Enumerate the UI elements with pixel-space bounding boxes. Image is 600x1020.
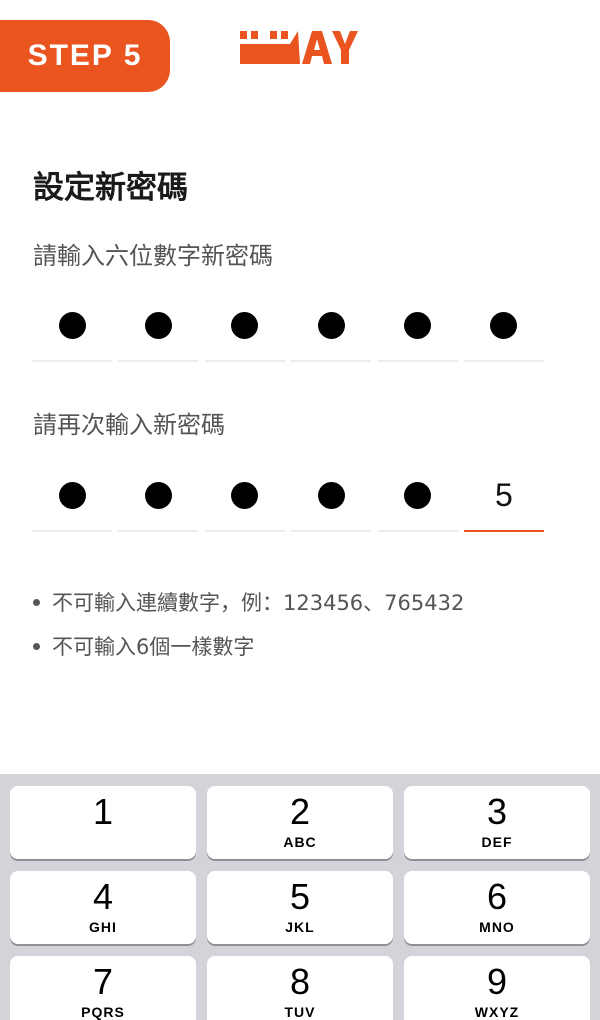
pin-cell[interactable] [118, 460, 199, 532]
pin-cell[interactable] [291, 290, 372, 362]
bullet-icon [33, 598, 40, 606]
rule-text: 不可輸入6個一樣數字 [52, 635, 255, 659]
pin-cell[interactable] [32, 460, 112, 532]
key-letters: GHI [89, 919, 117, 935]
key-9[interactable]: 9 WXYZ [404, 956, 590, 1020]
pin-cell[interactable] [204, 460, 285, 532]
pin-dot [404, 311, 432, 339]
key-number: 1 [92, 791, 114, 832]
key-number: 5 [289, 876, 311, 917]
pin-cell[interactable] [463, 290, 544, 362]
pin-dot [490, 311, 518, 339]
pin-digit: 5 [495, 476, 513, 513]
key-8[interactable]: 8 TUV [207, 956, 393, 1020]
pin-dot [317, 481, 345, 509]
pin-dot [144, 481, 172, 509]
key-number: 6 [486, 876, 508, 917]
pin-cell-active[interactable]: 5 [463, 460, 544, 532]
key-2[interactable]: 2 ABC [207, 786, 393, 859]
key-number: 9 [486, 961, 508, 1002]
pin-cell[interactable] [32, 290, 112, 362]
pin-dot [231, 481, 259, 509]
confirm-password-pin-input[interactable]: 5 [32, 460, 544, 532]
rule-text: 不可輸入連續數字，例：123456、765432 [52, 591, 465, 615]
numeric-keypad: 1 2 ABC 3 DEF 4 GHI 5 JKL 6 MNO 7 PQRS 8… [0, 774, 600, 1020]
pin-cell[interactable] [291, 460, 372, 532]
key-7[interactable]: 7 PQRS [10, 956, 196, 1020]
key-letters: JKL [285, 919, 315, 935]
key-number: 7 [92, 961, 114, 1002]
pin-dot [231, 311, 259, 339]
key-letters: WXYZ [474, 1004, 520, 1020]
key-6[interactable]: 6 MNO [404, 871, 590, 944]
pin-dot [144, 311, 172, 339]
pin-cell[interactable] [377, 460, 458, 532]
key-number: 2 [289, 791, 311, 832]
pin-dot [404, 481, 432, 509]
key-letters: TUV [284, 1004, 316, 1020]
page-title: 設定新密碼 [33, 170, 188, 206]
step-badge: STEP 5 [0, 20, 170, 92]
key-5[interactable]: 5 JKL [207, 871, 393, 944]
key-letters: PQRS [81, 1004, 125, 1020]
pin-cell[interactable] [204, 290, 285, 362]
bullet-icon [33, 642, 40, 650]
rule-item: 不可輸入6個一樣數字 [33, 624, 464, 668]
uuay-logo [240, 28, 360, 68]
pin-dot [317, 311, 345, 339]
key-number: 4 [92, 876, 114, 917]
key-letters: DEF [481, 834, 513, 850]
key-3[interactable]: 3 DEF [404, 786, 590, 859]
password-rules: 不可輸入連續數字，例：123456、765432 不可輸入6個一樣數字 [33, 580, 464, 668]
pin-dot [58, 311, 86, 339]
key-number: 3 [486, 791, 508, 832]
key-4[interactable]: 4 GHI [10, 871, 196, 944]
pin-cell[interactable] [377, 290, 458, 362]
key-letters: ABC [283, 834, 317, 850]
key-number: 8 [289, 961, 311, 1002]
confirm-password-label: 請再次輸入新密碼 [33, 411, 225, 439]
key-letters: MNO [479, 919, 515, 935]
pin-cell[interactable] [118, 290, 199, 362]
key-1[interactable]: 1 [10, 786, 196, 859]
rule-item: 不可輸入連續數字，例：123456、765432 [33, 580, 464, 624]
new-password-label: 請輸入六位數字新密碼 [33, 242, 273, 270]
pin-dot [58, 481, 86, 509]
new-password-pin-input[interactable] [32, 290, 544, 362]
